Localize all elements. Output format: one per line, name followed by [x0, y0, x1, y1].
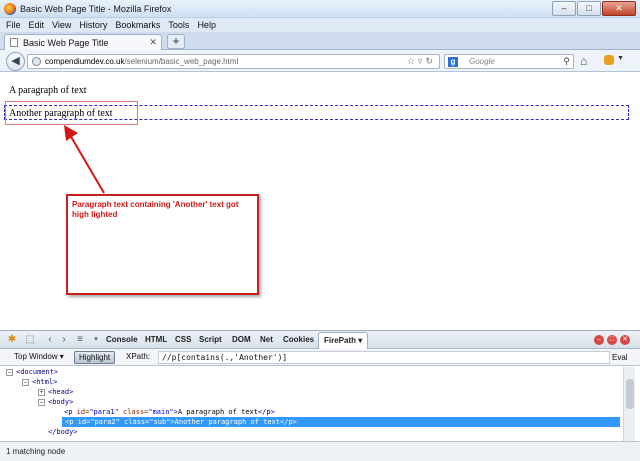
collapse-icon[interactable]: −	[22, 378, 29, 386]
reload-icon[interactable]: ↻	[425, 56, 436, 66]
firebug-minimize-icon[interactable]: –	[594, 335, 604, 345]
annotation-note: Paragraph text containing 'Another' text…	[66, 194, 259, 295]
minimize-button[interactable]: –	[552, 1, 576, 16]
firebug-bug-icon[interactable]: ✱	[6, 334, 18, 346]
url-bar[interactable]: compendiumdev.co.uk/selenium/basic_web_p…	[27, 54, 440, 69]
window-titlebar: Basic Web Page Title - Mozilla Firefox –…	[0, 0, 640, 18]
url-host: compendiumdev.co.uk	[45, 57, 125, 66]
annotation-arrow	[64, 125, 105, 194]
tab-html[interactable]: HTML	[145, 335, 167, 344]
search-bar[interactable]: g Google ⚲	[444, 54, 574, 69]
tab-firepath[interactable]: FirePath ▾	[318, 332, 369, 349]
collapse-icon[interactable]: −	[6, 368, 13, 376]
menu-icon[interactable]: ≡	[74, 334, 86, 346]
menu-edit[interactable]: Edit	[29, 18, 45, 32]
forward-arrow-icon[interactable]: ›	[58, 334, 70, 346]
navigation-toolbar: ◀ compendiumdev.co.uk/selenium/basic_web…	[0, 50, 640, 72]
globe-icon	[32, 57, 41, 66]
tab-close-icon[interactable]: ✕	[149, 37, 157, 48]
menu-history[interactable]: History	[79, 18, 107, 32]
back-button[interactable]: ◀	[6, 52, 25, 71]
dom-tree-panel: − <document> − <html> + <head> − <body> <p i…	[0, 367, 622, 441]
tab-console[interactable]: Console	[106, 335, 138, 344]
search-placeholder: Google	[469, 57, 495, 66]
dom-node-p-para2-selected[interactable]: <p id="para2" class="sub">Another paragr…	[62, 417, 620, 427]
dom-tree-scrollbar[interactable]	[623, 367, 635, 441]
home-icon[interactable]: ⌂	[580, 54, 587, 68]
firebug-icon[interactable]	[604, 55, 614, 65]
window-title: Basic Web Page Title - Mozilla Firefox	[20, 4, 172, 14]
url-text: compendiumdev.co.uk/selenium/basic_web_p…	[45, 57, 238, 66]
tab-css[interactable]: CSS	[175, 335, 191, 344]
highlight-button[interactable]: Highlight	[74, 351, 116, 364]
firepath-status-bar: 1 matching node	[0, 441, 640, 461]
search-magnifier-icon[interactable]: ⚲	[563, 56, 570, 67]
top-window-dropdown[interactable]: Top Window ▾	[10, 351, 68, 364]
google-engine-icon[interactable]: g	[448, 57, 458, 67]
paragraph-1: A paragraph of text	[9, 85, 87, 96]
page-content: A paragraph of text Another paragraph of…	[0, 73, 640, 328]
dom-node-html[interactable]: − <html>	[22, 377, 57, 387]
firebug-detach-icon[interactable]: □	[607, 335, 617, 345]
chevron-down-icon[interactable]: ▼	[617, 55, 624, 62]
firebug-close-icon[interactable]: ✕	[620, 335, 630, 345]
window-controls: – □ ✕	[551, 1, 636, 16]
dom-node-p-para1[interactable]: <p id="para1" class="main">A paragraph o…	[64, 407, 275, 417]
scrollbar-thumb[interactable]	[626, 379, 634, 409]
maximize-button[interactable]: □	[577, 1, 601, 16]
dropdown-icon[interactable]: ▾	[90, 334, 102, 346]
tab-basic-web-page[interactable]: Basic Web Page Title ✕	[4, 34, 162, 50]
bookmark-star-icon[interactable]: ☆	[407, 56, 418, 66]
url-bar-actions: ☆▿↻	[407, 56, 436, 67]
tab-net[interactable]: Net	[260, 335, 273, 344]
expand-icon[interactable]: +	[38, 388, 45, 396]
tab-dom[interactable]: DOM	[232, 335, 251, 344]
tab-title: Basic Web Page Title	[23, 38, 109, 48]
url-path: /selenium/basic_web_page.html	[124, 57, 239, 66]
firefox-logo-icon	[4, 3, 16, 15]
eval-button[interactable]: Eval	[612, 351, 628, 364]
page-favicon-icon	[10, 38, 18, 47]
annotation-text: Paragraph text containing 'Another' text…	[72, 200, 239, 219]
menu-bar: File Edit View History Bookmarks Tools H…	[0, 18, 640, 32]
dom-node-head[interactable]: + <head>	[38, 387, 73, 397]
dom-node-document[interactable]: − <document>	[6, 367, 58, 377]
back-arrow-icon[interactable]: ‹	[44, 334, 56, 346]
new-tab-button[interactable]: +	[167, 34, 185, 49]
menu-tools[interactable]: Tools	[168, 18, 189, 32]
matching-node-count: 1 matching node	[6, 447, 66, 456]
menu-bookmarks[interactable]: Bookmarks	[115, 18, 160, 32]
close-button[interactable]: ✕	[602, 1, 636, 16]
menu-file[interactable]: File	[6, 18, 21, 32]
xpath-input[interactable]: //p[contains(.,'Another')]	[158, 351, 610, 364]
inspect-icon[interactable]: ⬚	[24, 334, 36, 346]
tab-strip: Basic Web Page Title ✕ +	[0, 32, 640, 50]
tab-cookies[interactable]: Cookies	[283, 335, 314, 344]
firebug-toolbar: ✱ ⬚ ‹ › ≡ ▾ Console HTML CSS Script DOM …	[0, 330, 640, 349]
menu-view[interactable]: View	[52, 18, 71, 32]
collapse-icon[interactable]: −	[38, 398, 45, 406]
xpath-label[interactable]: XPath:	[122, 351, 154, 364]
menu-help[interactable]: Help	[197, 18, 216, 32]
firepath-toolbar: Top Window ▾ Highlight XPath: //p[contai…	[0, 349, 640, 366]
dom-node-body[interactable]: − <body>	[38, 397, 73, 407]
tab-script[interactable]: Script	[199, 335, 222, 344]
dom-node-body-close[interactable]: </body>	[48, 427, 78, 437]
paragraph-2: Another paragraph of text	[9, 108, 113, 119]
